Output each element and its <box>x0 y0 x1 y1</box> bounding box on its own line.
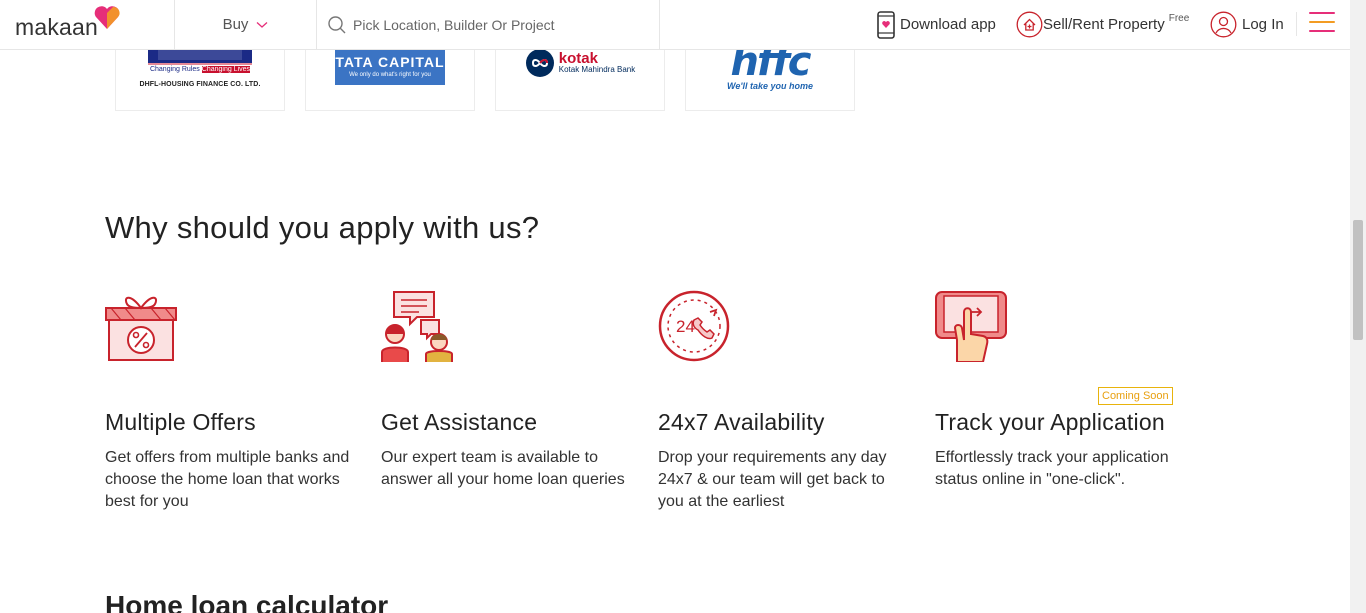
tata-name: TATA CAPITAL <box>335 53 445 70</box>
search-icon <box>328 15 346 33</box>
search-box[interactable] <box>317 0 660 49</box>
heart-logo-icon <box>94 6 120 30</box>
scrollbar-thumb[interactable] <box>1353 220 1363 340</box>
kotak-sub: Kotak Mahindra Bank <box>558 65 636 74</box>
buy-dropdown[interactable]: Buy <box>174 0 317 49</box>
feature-desc: Get offers from multiple banks and choos… <box>105 449 350 510</box>
feature-title: Get Assistance <box>381 409 538 435</box>
why-apply-heading: Why should you apply with us? <box>105 210 540 245</box>
gift-percent-icon <box>105 296 177 361</box>
coming-soon-badge: Coming Soon <box>1098 387 1173 405</box>
feature-multiple-offers: Multiple Offers Get offers from multiple… <box>105 290 355 510</box>
feature-track-application: Coming Soon Track your Application Effor… <box>935 290 1185 488</box>
dhfl-tagline: Changing Rules Changing Lives <box>148 66 252 73</box>
dhfl-name: DHFL-HOUSING FINANCE CO. LTD. <box>139 81 261 88</box>
login-label: Log In <box>1242 16 1284 33</box>
hamburger-menu-icon[interactable] <box>1309 12 1335 34</box>
sell-rent-label: Sell/Rent Property <box>1043 16 1165 33</box>
login-link[interactable]: Log In <box>1210 0 1284 49</box>
home-loan-calculator-heading: Home loan calculator <box>105 590 389 613</box>
logo-text: makaan <box>15 14 99 40</box>
download-app-link[interactable]: Download app <box>876 0 996 49</box>
dhfl-tagline-b: Changing Lives <box>201 66 251 73</box>
download-app-label: Download app <box>900 16 996 33</box>
dhfl-tagline-a: Changing Rules <box>149 66 200 73</box>
mobile-phone-icon <box>877 10 895 39</box>
kotak-infinity-icon <box>525 48 554 77</box>
feature-desc: Our expert team is available to answer a… <box>381 449 625 488</box>
kotak-logo: kotak Kotak Mahindra Bank <box>525 48 636 78</box>
search-input[interactable] <box>353 16 643 33</box>
feature-get-assistance: Get Assistance Our expert team is availa… <box>381 290 631 488</box>
feature-title: Track your Application <box>935 409 1165 435</box>
home-plus-icon <box>1016 11 1043 38</box>
buy-label: Buy <box>222 16 249 33</box>
sell-rent-property-link[interactable]: Sell/Rent Property Free <box>1016 0 1189 49</box>
feature-24x7: 24 24x7 Availability Drop your requireme… <box>658 290 908 510</box>
feature-title: Multiple Offers <box>105 409 256 435</box>
feature-desc: Effortlessly track your application stat… <box>935 449 1169 488</box>
page-scrollbar[interactable] <box>1350 0 1366 613</box>
assistance-chat-icon <box>381 291 453 362</box>
feature-title: 24x7 Availability <box>658 409 825 435</box>
hffc-tagline: We'll take you home <box>727 80 813 91</box>
chevron-down-icon <box>256 21 268 28</box>
svg-text:24: 24 <box>676 317 695 336</box>
top-header: makaan Buy Download app <box>0 0 1350 50</box>
tata-capital-logo: TATA CAPITAL We only do what's right for… <box>335 46 445 85</box>
track-tap-icon <box>935 291 1007 363</box>
makaan-logo[interactable]: makaan <box>15 6 122 42</box>
feature-desc: Drop your requirements any day 24x7 & ou… <box>658 449 887 510</box>
free-badge: Free <box>1168 13 1190 24</box>
user-icon <box>1210 11 1237 38</box>
header-divider <box>1296 12 1297 36</box>
clock-24x7-icon: 24 <box>658 290 730 362</box>
tata-tagline: We only do what's right for you <box>349 71 431 78</box>
kotak-name: kotak <box>558 50 598 67</box>
